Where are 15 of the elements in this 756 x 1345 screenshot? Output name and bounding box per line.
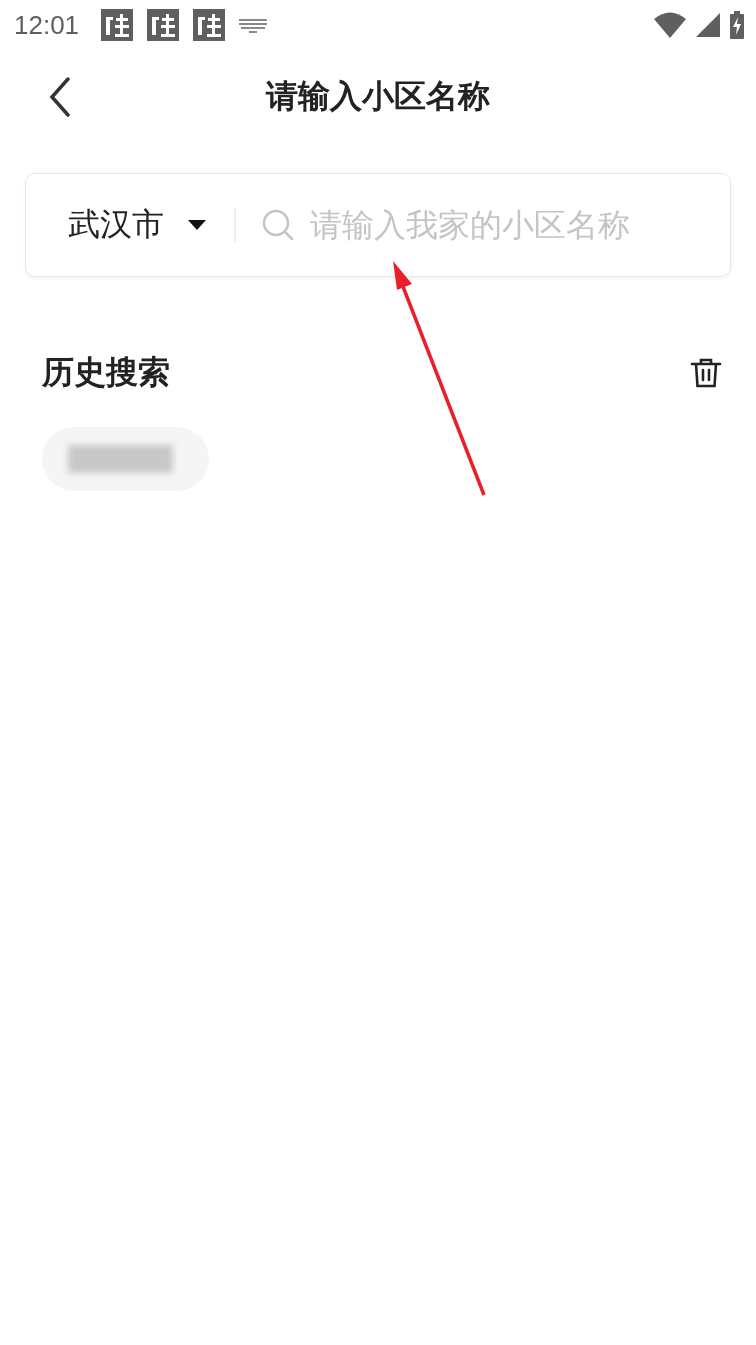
search-field[interactable]: 请输入我家的小区名称 (308, 205, 720, 245)
caret-icon (188, 220, 206, 230)
keyboard-icon (239, 17, 268, 33)
battery-charging-icon (730, 11, 744, 39)
city-dropdown[interactable]: 武汉市 (68, 203, 206, 247)
section-title: 历史搜索 (42, 352, 170, 393)
app-notification-icon (101, 9, 134, 41)
page-title: 请输入小区名称 (266, 76, 490, 117)
app-notification-icon (193, 9, 226, 41)
wifi-icon (654, 12, 686, 38)
clock: 12:01 (14, 9, 80, 41)
search-icon (262, 209, 294, 241)
delete-button[interactable] (690, 357, 722, 389)
app-notification-icon (147, 9, 180, 41)
signal-icon (696, 13, 720, 37)
